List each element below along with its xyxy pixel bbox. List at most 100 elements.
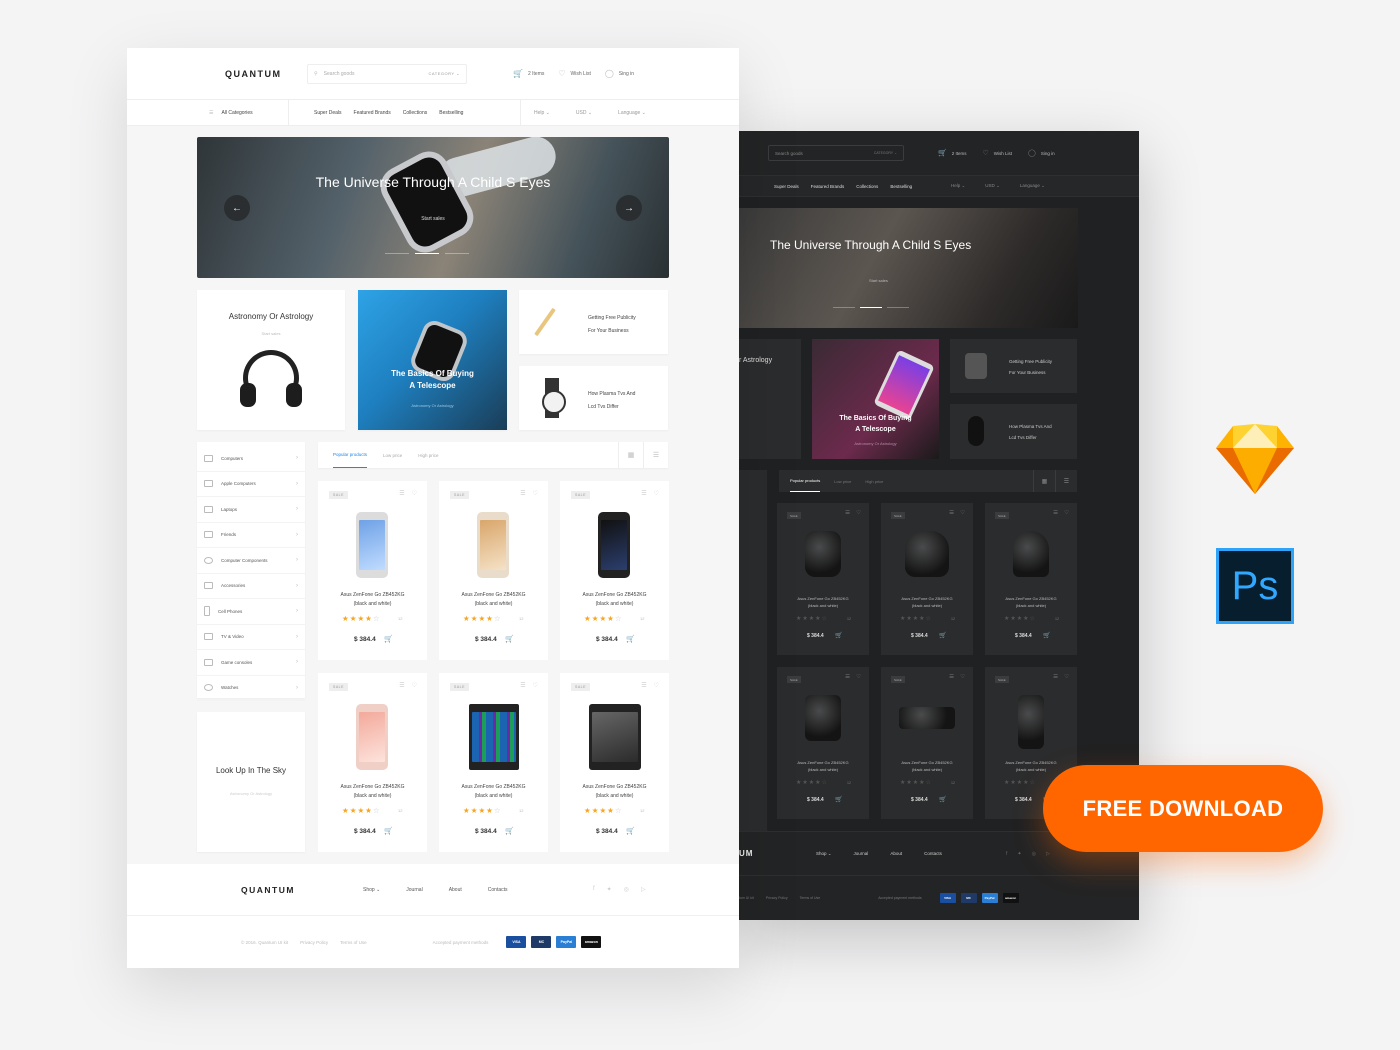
dark-currency-dropdown[interactable]: USD ⌄ [985,183,1000,189]
product-card[interactable]: SALE ☰ ♡ Asus ZenFone Go ZB452KG (black an… [439,481,548,660]
currency-dropdown[interactable]: USD ⌄ [576,110,592,116]
add-to-cart-icon[interactable]: 🛒 [1043,632,1050,639]
dark-promo-astrology[interactable]: r Astrology [739,339,801,459]
compare-icon[interactable]: ☰ [641,490,646,497]
heart-icon[interactable]: ♡ [412,490,417,497]
tab-high-price[interactable]: High price [418,442,438,468]
facebook-icon[interactable]: f [593,886,595,893]
compare-icon[interactable]: ☰ [949,674,954,680]
dark-nav-featured-brands[interactable]: Featured Brands [811,184,845,189]
heart-icon[interactable]: ♡ [960,674,965,680]
grid-view-icon[interactable]: ▦ [618,442,643,468]
cart-button[interactable]: 🛒 2 Items [513,69,544,78]
signin-button[interactable]: ◯ Sing in [605,69,634,78]
category-item[interactable]: Cell Phones › [197,599,305,625]
prev-arrow-button[interactable]: ← [224,195,250,221]
footer-link-shop[interactable]: Shop ⌄ [363,887,380,893]
compare-icon[interactable]: ☰ [949,510,954,516]
product-card[interactable]: SALE ☰ ♡ Asus ZenFone Go ZB452KG (black an… [318,481,427,660]
category-item[interactable]: Laptops › [197,497,305,523]
add-to-cart-icon[interactable]: 🛒 [835,796,842,803]
add-to-cart-icon[interactable]: 🛒 [384,635,393,643]
heart-icon[interactable]: ♡ [1064,674,1069,680]
product-card[interactable]: SALE ☰ ♡ Asus ZenFone Go ZB452KG (black an… [318,673,427,852]
dark-terms-link[interactable]: Terms of Use [800,896,821,900]
carousel-dot[interactable] [887,307,909,308]
heart-icon[interactable]: ♡ [856,510,861,516]
compare-icon[interactable]: ☰ [1053,510,1058,516]
grid-view-icon[interactable]: ▦ [1033,470,1055,492]
category-item[interactable]: Apple Computers › [197,472,305,497]
list-view-icon[interactable]: ☰ [643,442,668,468]
footer-link-about[interactable]: About [449,887,462,893]
heart-icon[interactable]: ♡ [960,510,965,516]
heart-icon[interactable]: ♡ [856,674,861,680]
add-to-cart-icon[interactable]: 🛒 [505,635,514,643]
language-dropdown[interactable]: Language ⌄ [618,110,646,116]
wishlist-button[interactable]: ♡ Wish List [558,69,590,78]
footer-link-contacts[interactable]: Contacts [488,887,508,893]
nav-featured-brands[interactable]: Featured Brands [354,110,391,116]
dark-product-card[interactable]: SALE ☰ ♡ Asus ZenFone Go ZB452KG (black and … [777,667,869,819]
dark-search-input[interactable]: Search goods CATEGORY ⌄ [768,145,904,161]
carousel-dot[interactable] [385,253,409,254]
promo-card-telescope[interactable]: The Basics Of Buying A Telescope Astronom… [358,290,507,430]
heart-icon[interactable]: ♡ [533,682,538,689]
compare-icon[interactable]: ☰ [1053,674,1058,680]
dark-footer-link-about[interactable]: About [890,851,902,857]
add-to-cart-icon[interactable]: 🛒 [505,827,514,835]
heart-icon[interactable]: ♡ [654,682,659,689]
dark-privacy-link[interactable]: Privacy Policy [766,896,788,900]
dark-nav-collections[interactable]: Collections [856,184,878,189]
footer-logo[interactable]: QUANTUM [241,885,363,895]
carousel-dot[interactable] [415,253,439,254]
dark-footer-link-contacts[interactable]: Contacts [924,851,942,857]
terms-link[interactable]: Terms of Use [340,940,367,945]
category-item[interactable]: Friends › [197,523,305,548]
instagram-icon[interactable]: ◎ [1032,851,1036,857]
category-item[interactable]: Computers › [197,446,305,472]
dark-footer-link-shop[interactable]: Shop ⌄ [816,851,832,857]
dark-category-dropdown[interactable]: CATEGORY ⌄ [874,151,897,155]
help-dropdown[interactable]: Help ⌄ [534,110,550,116]
heart-icon[interactable]: ♡ [533,490,538,497]
dark-tab-popular[interactable]: Popular products [790,470,821,492]
dark-nav-super-deals[interactable]: Super Deals [774,184,799,189]
free-download-button[interactable]: FREE DOWNLOAD [1043,765,1323,852]
carousel-dot[interactable] [860,307,882,308]
next-arrow-button[interactable]: → [616,195,642,221]
category-item[interactable]: Computer Components › [197,548,305,574]
compare-icon[interactable]: ☰ [399,682,404,689]
tab-popular-products[interactable]: Popular products [333,442,368,468]
carousel-dot[interactable] [833,307,855,308]
dark-product-card[interactable]: SALE ☰ ♡ Asus ZenFone Go ZB452KG (black and … [985,503,1077,655]
add-to-cart-icon[interactable]: 🛒 [939,796,946,803]
promo-card-look-up[interactable]: Look Up In The Sky Astronomy Or Astrolog… [197,712,305,852]
nav-collections[interactable]: Collections [403,110,427,116]
compare-icon[interactable]: ☰ [845,674,850,680]
dark-product-card[interactable]: SALE ☰ ♡ Asus ZenFone Go ZB452KG (black and … [881,667,973,819]
dark-cart-button[interactable]: 🛒 2 Items [938,149,966,157]
heart-icon[interactable]: ♡ [1064,510,1069,516]
youtube-icon[interactable]: ▷ [1046,851,1050,857]
carousel-dot[interactable] [445,253,469,254]
category-item[interactable]: Watches › [197,676,305,701]
dark-product-card[interactable]: SALE ☰ ♡ Asus ZenFone Go ZB452KG (black and … [881,503,973,655]
promo-card-publicity[interactable]: Getting Free Publicity For Your Business [519,290,668,354]
category-dropdown[interactable]: CATEGORY ⌄ [429,71,460,76]
heart-icon[interactable]: ♡ [654,490,659,497]
add-to-cart-icon[interactable]: 🛒 [835,632,842,639]
compare-icon[interactable]: ☰ [520,682,525,689]
compare-icon[interactable]: ☰ [399,490,404,497]
compare-icon[interactable]: ☰ [845,510,850,516]
product-card[interactable]: SALE ☰ ♡ Asus ZenFone Go ZB452KG (black an… [439,673,548,852]
dark-tab-high-price[interactable]: High price [865,470,883,492]
dark-nav-bestselling[interactable]: Bestselling [890,184,912,189]
add-to-cart-icon[interactable]: 🛒 [939,632,946,639]
dark-tab-low-price[interactable]: Low price [834,470,851,492]
add-to-cart-icon[interactable]: 🛒 [384,827,393,835]
product-card[interactable]: SALE ☰ ♡ Asus ZenFone Go ZB452KG (black an… [560,481,669,660]
add-to-cart-icon[interactable]: 🛒 [626,635,635,643]
category-item[interactable]: Accessories › [197,574,305,599]
youtube-icon[interactable]: ▷ [641,886,646,893]
